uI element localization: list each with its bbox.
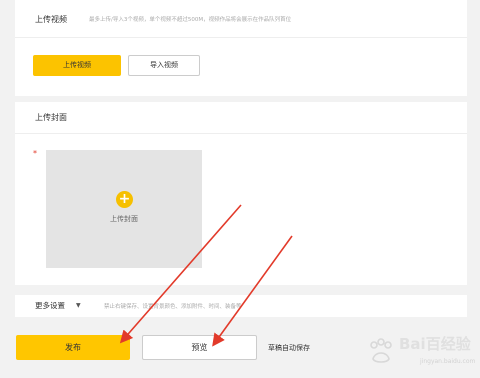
- section-divider: [15, 37, 467, 38]
- publish-button[interactable]: 发布: [16, 335, 130, 360]
- baidu-jingyan-watermark: Bai百经验 jingyan.baidu.com: [366, 331, 478, 375]
- autosave-status: 草稿自动保存: [268, 344, 310, 352]
- paw-logo-icon: [370, 338, 392, 363]
- more-settings-toggle[interactable]: 更多设置: [35, 301, 65, 311]
- upload-video-button[interactable]: 上传视频: [33, 55, 121, 76]
- publish-form-page: 上传视频 最多上传/导入3个视频，单个视频不超过500M，视频作品将会展示在作品…: [0, 0, 480, 378]
- more-settings-hint: 禁止右键保存、设置背景颜色、添加附件、时间、装备等: [104, 304, 242, 310]
- watermark-text: Bai百经验: [399, 335, 471, 353]
- upload-cover-section: 上传封面 * + 上传封面: [15, 102, 467, 285]
- import-video-button[interactable]: 导入视频: [128, 55, 200, 76]
- preview-button[interactable]: 预览: [142, 335, 257, 360]
- upload-video-hint: 最多上传/导入3个视频，单个视频不超过500M，视频作品将会展示在作品队列首位: [89, 17, 292, 23]
- plus-icon: +: [116, 191, 133, 208]
- cover-upload-label: 上传封面: [110, 215, 138, 223]
- watermark-url: jingyan.baidu.com: [420, 358, 476, 365]
- upload-video-section: 上传视频 最多上传/导入3个视频，单个视频不超过500M，视频作品将会展示在作品…: [15, 0, 467, 96]
- more-settings-row: 更多设置 ▼ 禁止右键保存、设置背景颜色、添加附件、时间、装备等: [15, 295, 467, 317]
- chevron-down-icon[interactable]: ▼: [76, 301, 81, 311]
- upload-cover-title: 上传封面: [35, 113, 67, 122]
- section-divider: [15, 133, 467, 134]
- cover-upload-box[interactable]: + 上传封面: [46, 150, 202, 268]
- upload-video-title: 上传视频: [35, 15, 67, 24]
- required-mark: *: [33, 149, 37, 158]
